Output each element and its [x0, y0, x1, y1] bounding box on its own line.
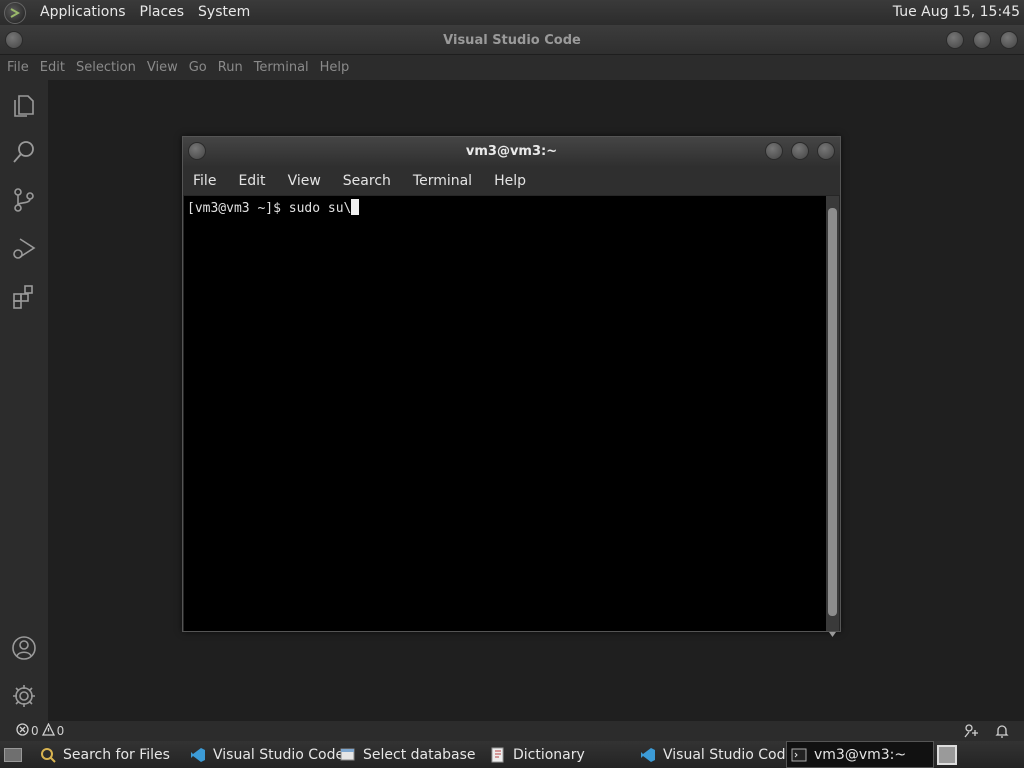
- menu-edit[interactable]: Edit: [40, 60, 65, 75]
- terminal-maximize-button[interactable]: [791, 142, 809, 160]
- taskbar-item-visual-studio-code-2[interactable]: Visual Studio Code: [640, 741, 794, 768]
- taskbar-label: vm3@vm3:~: [814, 746, 907, 763]
- terminal-menu-search[interactable]: Search: [343, 173, 391, 189]
- menu-selection[interactable]: Selection: [76, 60, 136, 75]
- vscode-icon: [640, 747, 656, 763]
- system-menu[interactable]: System: [198, 0, 250, 25]
- taskbar-label: Visual Studio Code: [213, 746, 345, 763]
- places-menu[interactable]: Places: [140, 0, 185, 25]
- vscode-window-title: Visual Studio Code: [443, 33, 581, 48]
- clock[interactable]: Tue Aug 15, 15:45: [893, 0, 1020, 25]
- vscode-titlebar[interactable]: Visual Studio Code: [0, 25, 1024, 55]
- menu-run[interactable]: Run: [218, 60, 243, 75]
- taskbar-item-terminal-active[interactable]: vm3@vm3:~: [786, 741, 934, 768]
- terminal-titlebar[interactable]: vm3@vm3:~: [183, 137, 840, 167]
- warning-icon: [41, 722, 55, 739]
- terminal-scrollbar-thumb[interactable]: [828, 208, 837, 616]
- show-desktop-icon: [4, 747, 22, 762]
- terminal-menu-help[interactable]: Help: [494, 173, 526, 189]
- taskbar-label: Search for Files: [63, 746, 170, 763]
- manage-gear-icon[interactable]: [10, 682, 38, 710]
- status-bar: 0 0: [0, 721, 1024, 741]
- terminal-title: vm3@vm3:~: [465, 144, 558, 159]
- problems-indicator[interactable]: 0 0: [16, 722, 65, 739]
- warning-count: 0: [56, 724, 65, 738]
- terminal-command-line: [vm3@vm3 ~]$ sudo su\: [187, 201, 352, 216]
- taskbar-item-select-database[interactable]: Select database: [340, 741, 476, 768]
- taskbar: Search for Files Visual Studio Code Sele…: [0, 741, 1024, 768]
- menu-go[interactable]: Go: [189, 60, 207, 75]
- vscode-menubar: File Edit Selection View Go Run Terminal…: [0, 55, 1024, 80]
- taskbar-label: Visual Studio Code: [663, 746, 795, 763]
- maximize-button[interactable]: [973, 31, 991, 49]
- dictionary-icon: [490, 747, 506, 763]
- terminal-menu-terminal[interactable]: Terminal: [413, 173, 472, 189]
- extensions-icon[interactable]: [10, 282, 38, 310]
- taskbar-item-visual-studio-code-1[interactable]: Visual Studio Code: [190, 741, 344, 768]
- notifications-bell-icon[interactable]: [994, 723, 1010, 742]
- terminal-minimize-button[interactable]: [765, 142, 783, 160]
- close-button[interactable]: [1000, 31, 1018, 49]
- search-icon[interactable]: [10, 138, 38, 166]
- terminal-menu-file[interactable]: File: [193, 173, 216, 189]
- menu-help[interactable]: Help: [320, 60, 350, 75]
- activity-bar: [0, 80, 48, 721]
- search-files-icon: [40, 747, 56, 763]
- terminal-menu-edit[interactable]: Edit: [238, 173, 265, 189]
- explorer-icon[interactable]: [10, 90, 38, 118]
- accounts-icon[interactable]: [10, 634, 38, 662]
- top-panel-menu: Applications Places System: [0, 0, 1024, 25]
- taskbar-label: Dictionary: [513, 746, 585, 763]
- show-desktop-button[interactable]: [4, 741, 22, 768]
- terminal-menu-view[interactable]: View: [288, 173, 321, 189]
- workspace-switcher[interactable]: [937, 741, 957, 768]
- distro-logo-icon[interactable]: [4, 1, 26, 24]
- terminal-scrollbar[interactable]: [826, 196, 839, 637]
- taskbar-item-dictionary[interactable]: Dictionary: [490, 741, 585, 768]
- feedback-icon[interactable]: [963, 723, 979, 742]
- terminal-window[interactable]: vm3@vm3:~ File Edit View Search Terminal…: [182, 136, 841, 637]
- workspace-icon: [937, 744, 957, 765]
- menu-file[interactable]: File: [7, 60, 29, 75]
- terminal-screen[interactable]: [vm3@vm3 ~]$ sudo su\: [184, 196, 826, 631]
- source-control-icon[interactable]: [10, 186, 38, 214]
- scroll-down-arrow-icon[interactable]: [829, 622, 836, 641]
- terminal-icon: [791, 747, 807, 763]
- menu-terminal[interactable]: Terminal: [254, 60, 309, 75]
- error-icon: [16, 723, 29, 739]
- taskbar-item-search-for-files[interactable]: Search for Files: [40, 741, 170, 768]
- error-count: 0: [31, 724, 39, 738]
- terminal-menubar: File Edit View Search Terminal Help: [183, 167, 840, 195]
- window-icon: [340, 747, 356, 763]
- applications-menu[interactable]: Applications: [40, 0, 126, 25]
- vscode-icon: [190, 747, 206, 763]
- terminal-close-button[interactable]: [817, 142, 835, 160]
- run-debug-icon[interactable]: [10, 234, 38, 262]
- menu-view[interactable]: View: [147, 60, 178, 75]
- top-panel: Applications Places System Tue Aug 15, 1…: [0, 0, 1024, 25]
- taskbar-label: Select database: [363, 746, 476, 763]
- terminal-cursor: [351, 199, 360, 215]
- minimize-button[interactable]: [946, 31, 964, 49]
